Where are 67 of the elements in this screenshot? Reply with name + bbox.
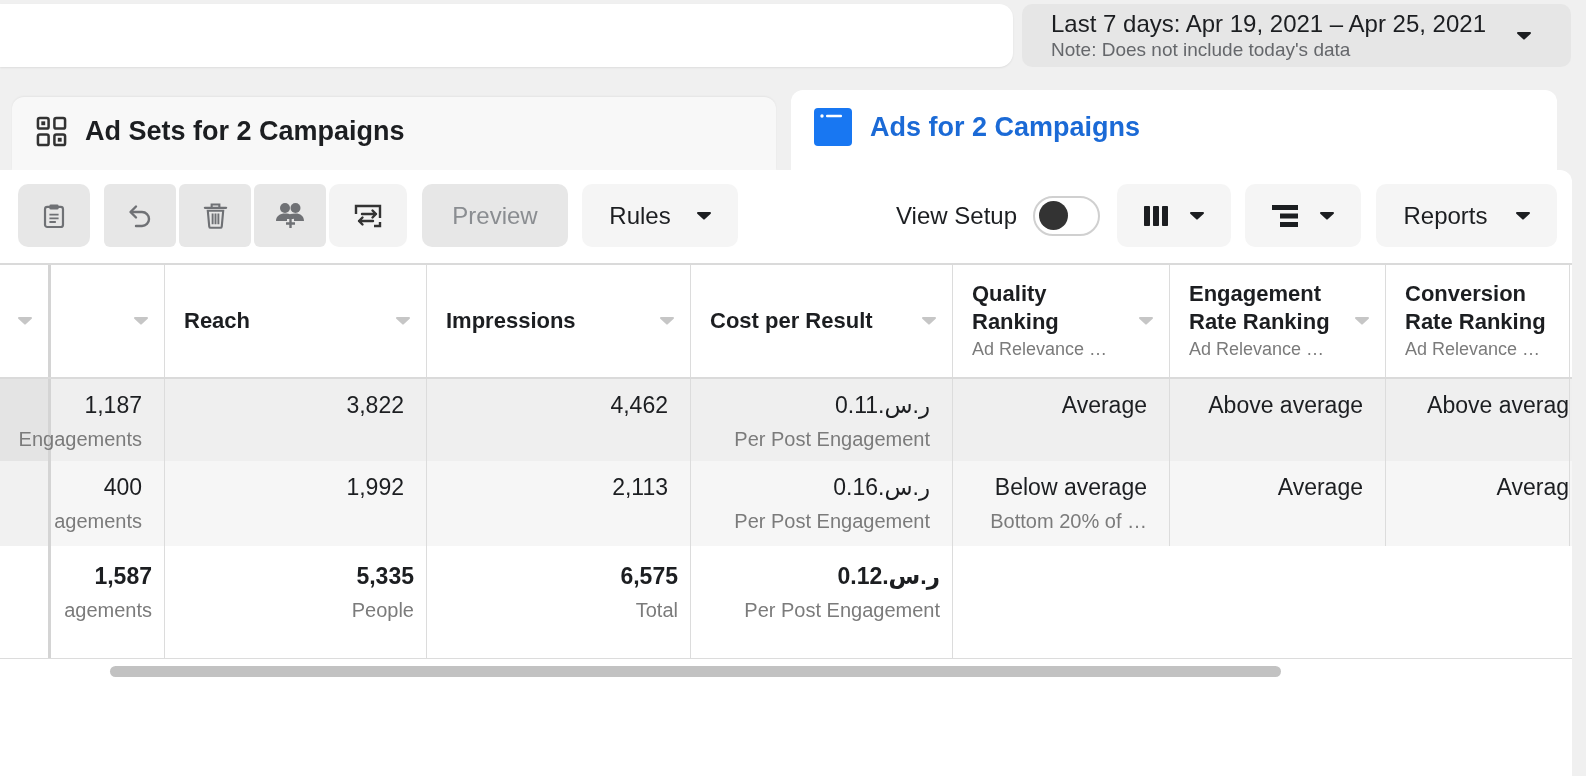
tab[interactable]: Ads for 2 Campaigns bbox=[791, 90, 1557, 170]
metric-value: Averag bbox=[1496, 473, 1569, 501]
date-range-button[interactable]: Last 7 days: Apr 19, 2021 – Apr 25, 2021 Note: Does not include today's data bbox=[1022, 4, 1571, 67]
metric-value: 5,335 bbox=[356, 562, 414, 590]
arrows-button[interactable] bbox=[329, 184, 407, 247]
undo-icon bbox=[127, 202, 153, 229]
metric-label: Bottom 20% of … bbox=[990, 509, 1147, 533]
column-header[interactable]: Impressions bbox=[446, 307, 576, 335]
column-header[interactable]: Conversion Rate Ranking bbox=[1405, 280, 1553, 336]
caret-icon bbox=[1190, 211, 1204, 220]
caret-icon[interactable] bbox=[1139, 317, 1153, 325]
caret-icon bbox=[1517, 31, 1531, 40]
column-header[interactable]: Reach bbox=[184, 307, 251, 335]
caret-icon[interactable] bbox=[396, 317, 410, 325]
caret-icon[interactable] bbox=[18, 317, 32, 325]
arrows-icon bbox=[353, 202, 383, 229]
caret-icon[interactable] bbox=[922, 317, 936, 325]
metric-value: Above average bbox=[1208, 391, 1363, 419]
metric-label: agements bbox=[64, 598, 152, 622]
metric-value: 2,113 bbox=[612, 473, 668, 501]
clipboard-icon bbox=[43, 202, 65, 229]
toggle-label: View Setup bbox=[896, 200, 1017, 231]
scrollbar[interactable] bbox=[110, 666, 1281, 677]
metric-value: Below average bbox=[994, 473, 1147, 501]
metric-value: 4,462 bbox=[610, 391, 668, 419]
caret-icon[interactable] bbox=[1355, 317, 1369, 325]
metric-value: 1,187 bbox=[84, 391, 142, 419]
metric-value: ر.س.0.16 bbox=[833, 473, 930, 501]
metric-value: 3,822 bbox=[346, 391, 404, 419]
metric-label: Engagements bbox=[18, 427, 142, 451]
columns-button[interactable] bbox=[1117, 184, 1231, 247]
columns-icon bbox=[1144, 205, 1168, 226]
grid-icon bbox=[36, 116, 67, 147]
column-subheader: Ad Relevance … bbox=[1189, 338, 1326, 361]
metric-value: Average bbox=[1061, 391, 1147, 419]
column-header[interactable]: Quality Ranking bbox=[972, 280, 1122, 336]
column-subheader: Ad Relevance … bbox=[1405, 338, 1542, 361]
column-header[interactable]: Engagement Rate Ranking bbox=[1189, 280, 1339, 336]
caret-icon[interactable] bbox=[134, 317, 148, 325]
metric-value: 6,575 bbox=[620, 562, 678, 590]
window-icon bbox=[814, 108, 852, 146]
caret-icon bbox=[1320, 211, 1334, 220]
metric-value: 1,587 bbox=[94, 562, 152, 590]
metric-label: Total bbox=[635, 598, 678, 622]
view-setup-toggle[interactable] bbox=[1033, 195, 1100, 236]
caret-icon bbox=[1515, 211, 1530, 220]
column-header[interactable]: Cost per Result bbox=[710, 307, 873, 335]
metric-label: Per Post Engagement bbox=[734, 509, 930, 533]
metric-value: ر.س.0.11 bbox=[834, 391, 930, 419]
caret-icon[interactable] bbox=[660, 317, 674, 325]
metric-label: Per Post Engagement bbox=[744, 598, 940, 622]
metric-value: Average bbox=[1277, 473, 1363, 501]
column-subheader: Ad Relevance … bbox=[972, 338, 1109, 361]
people-icon bbox=[275, 202, 305, 229]
metric-label: People bbox=[351, 598, 414, 622]
metric-value: 1,992 bbox=[346, 473, 404, 501]
metric-value: ر.س.0.12 bbox=[837, 562, 940, 590]
metric-value: Above averag bbox=[1427, 391, 1569, 419]
toolbar-button[interactable]: Rules bbox=[582, 184, 738, 247]
metric-value: 400 bbox=[103, 473, 142, 501]
bars-icon bbox=[1272, 204, 1298, 227]
reports-button[interactable]: Reports bbox=[1376, 184, 1557, 247]
trash-icon bbox=[202, 202, 228, 229]
metric-label: agements bbox=[54, 509, 142, 533]
breakdown-button[interactable] bbox=[1245, 184, 1361, 247]
metric-label: Per Post Engagement bbox=[734, 427, 930, 451]
tab[interactable]: Ad Sets for 2 Campaigns bbox=[12, 97, 776, 170]
